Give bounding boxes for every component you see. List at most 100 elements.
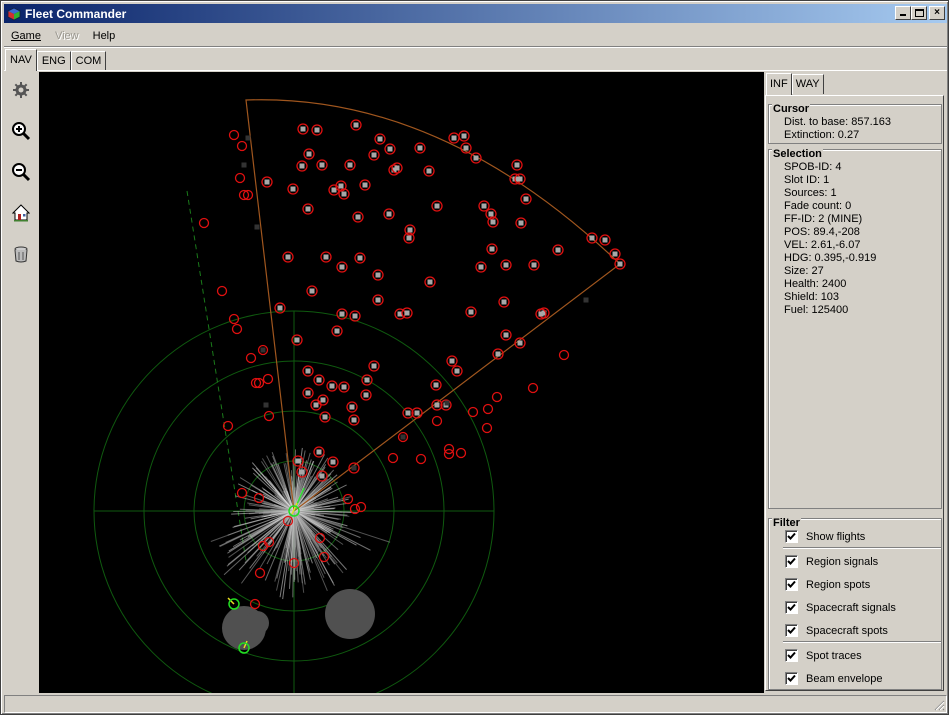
checkbox[interactable] [785,624,798,637]
checkmark-icon [787,557,796,565]
filter-option[interactable]: Region spots [785,578,870,591]
spot-marker [329,383,335,389]
resize-grip-icon[interactable] [933,699,945,711]
spot-marker [305,368,311,374]
spot-marker [320,397,326,403]
filter-option[interactable]: Spacecraft spots [785,624,888,637]
spot-marker [375,297,381,303]
spot-marker [589,235,595,241]
spot-marker [449,358,455,364]
spot-marker [405,410,411,416]
zoom-out-button[interactable] [5,154,37,190]
maximize-button[interactable] [911,6,927,20]
filter-group: Filter Show flights Region signals Region … [768,517,942,690]
window-title: Fleet Commander [25,6,127,21]
signal-marker [245,352,257,364]
spot-marker [371,152,377,158]
spot-marker [617,261,623,267]
range-grid [93,190,495,693]
spot-marker [299,469,305,475]
radar-canvas[interactable] [39,72,764,693]
spot-marker [375,272,381,278]
spot-marker [481,203,487,209]
signal-marker [216,285,228,297]
selection-field: SPOB-ID: 4 [784,161,842,173]
filter-option[interactable]: Region signals [785,555,878,568]
filter-option-label: Beam envelope [806,672,883,685]
tab-com[interactable]: COM [70,51,107,71]
spot-marker [330,459,336,465]
spot-marker [351,417,357,423]
selection-field: Sources: 1 [784,187,837,199]
spot-marker [316,377,322,383]
checkbox[interactable] [785,578,798,591]
cursor-distance: Dist. to base: 857.163 [784,116,892,128]
checkbox[interactable] [785,555,798,568]
menu-help[interactable]: Help [86,30,123,42]
checkbox[interactable] [785,649,798,662]
checkbox[interactable] [785,601,798,614]
zoom-in-button[interactable] [5,113,37,149]
close-button[interactable]: × [929,6,945,20]
signal-marker [236,487,248,499]
checkbox[interactable] [785,672,798,685]
spot-marker [299,163,305,169]
spot-marker [314,127,320,133]
signal-marker [491,391,503,403]
filter-group-title: Filter [772,517,801,529]
checkbox[interactable] [785,530,798,543]
spot-markers [241,119,626,482]
spot-marker [357,255,363,261]
spot-marker [322,414,328,420]
spot-marker [277,305,283,311]
filter-option[interactable]: Beam envelope [785,672,882,685]
spot-marker [290,186,296,192]
tab-inf[interactable]: INF [766,73,792,95]
signal-marker [558,349,570,361]
tab-nav[interactable]: NAV [5,49,37,71]
zoom-in-icon [12,122,31,141]
filter-option[interactable]: Spacecraft signals [785,601,896,614]
signal-marker [262,373,274,385]
radar-view[interactable] [39,72,764,693]
trash-button[interactable] [5,236,37,272]
nav-toolbar [5,72,39,694]
minimize-button[interactable] [895,6,911,20]
filter-option[interactable]: Spot traces [785,649,862,662]
menu-bar: Game View Help [4,26,122,46]
spot-marker [427,279,433,285]
menu-view: View [54,30,79,42]
spot-marker [305,390,311,396]
filter-option-label: Region signals [806,555,879,568]
spot-marker [495,351,501,357]
spot-marker [339,311,345,317]
signal-marker [431,415,443,427]
tab-eng[interactable]: ENG [36,51,71,71]
settings-button[interactable] [5,72,37,108]
spot-marker [313,402,319,408]
dim-spot-marker [245,135,251,141]
signal-marker [228,129,240,141]
selection-field: Health: 2400 [784,278,847,290]
spot-marker [518,220,524,226]
selection-field: Shield: 103 [784,291,840,303]
tab-way[interactable]: WAY [791,74,824,94]
spot-marker [309,288,315,294]
checkmark-icon [787,580,796,588]
checkmark-icon [787,674,796,682]
maximize-icon [914,9,924,17]
spot-marker [377,136,383,142]
spot-marker [490,219,496,225]
home-button[interactable] [5,195,37,231]
filter-option[interactable]: Show flights [785,530,865,543]
info-panel: INF WAY Cursor Dist. to base: 857.163 Ex… [764,72,947,693]
checkmark-icon [787,651,796,659]
spot-marker [363,392,369,398]
menu-game[interactable]: Game [4,30,48,42]
spot-marker [338,183,344,189]
spot-marker [514,162,520,168]
close-icon: × [934,7,940,18]
spot-marker [407,227,413,233]
title-bar[interactable]: Fleet Commander × [4,4,947,23]
checkmark-icon [787,532,796,540]
